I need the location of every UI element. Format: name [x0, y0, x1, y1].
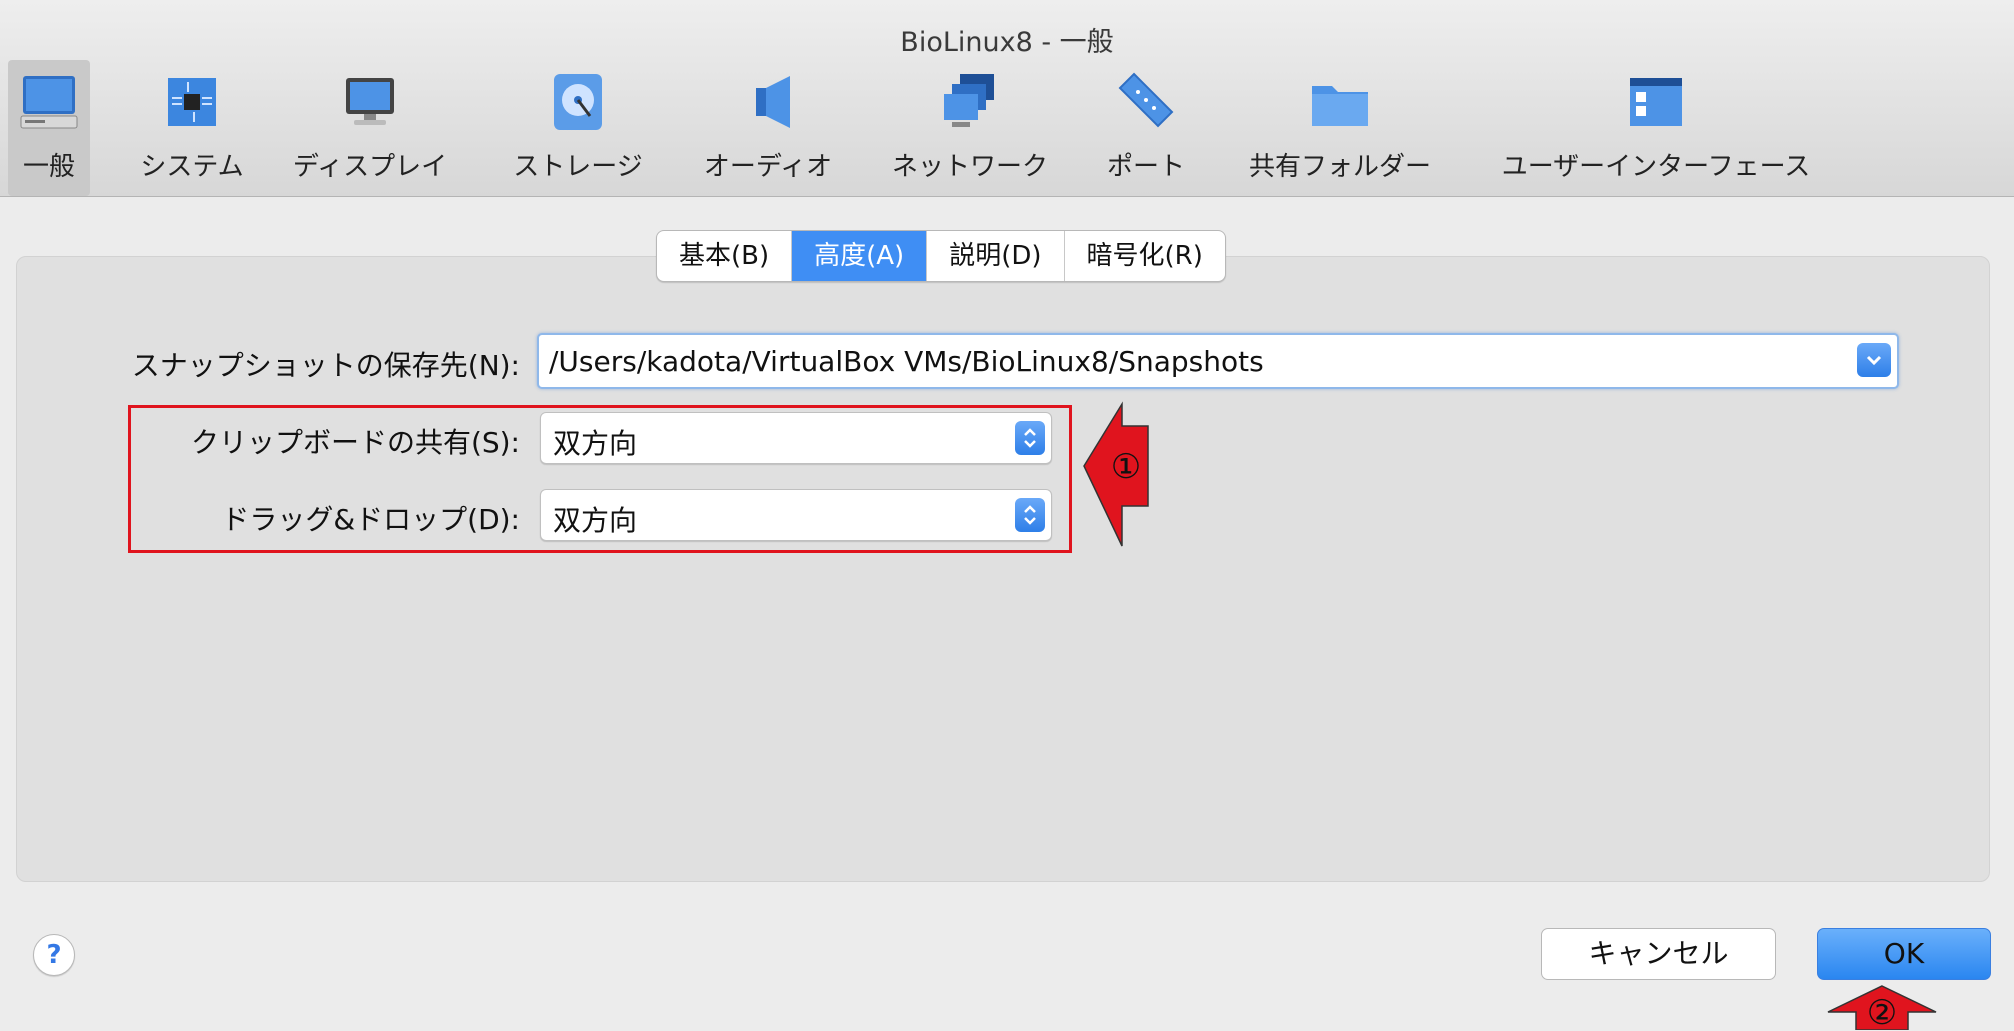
toolbar-item-label: ユーザーインターフェース	[1501, 152, 1811, 182]
toolbar-item-storage[interactable]: ストレージ	[506, 60, 650, 196]
monitor-general-icon	[20, 76, 78, 129]
tab-bar: 基本(B) 高度(A) 説明(D) 暗号化(R)	[656, 230, 1226, 282]
snapshot-folder-label: スナップショットの保存先(N):	[131, 349, 520, 382]
toolbar-item-label: 一般	[22, 152, 75, 182]
window-title: BioLinux8 - 一般	[900, 27, 1114, 58]
toolbar-item-general[interactable]: 一般	[8, 60, 90, 196]
toolbar-item-label: ポート	[1106, 152, 1185, 182]
disk-icon	[554, 74, 602, 130]
annotation-marker-2: ②	[1867, 993, 1897, 1030]
toolbar-item-network[interactable]: ネットワーク	[886, 60, 1054, 196]
folder-icon	[1312, 86, 1368, 126]
ui-window-icon	[1630, 78, 1682, 126]
toolbar-item-label: オーディオ	[703, 152, 833, 182]
annotation-marker-1: ①	[1111, 447, 1141, 487]
chip-icon	[168, 78, 216, 126]
toolbar-item-label: ストレージ	[513, 152, 643, 182]
toolbar-item-label: システム	[140, 152, 244, 182]
toolbar-item-display[interactable]: ディスプレイ	[290, 60, 450, 196]
toolbar-item-audio[interactable]: オーディオ	[700, 60, 836, 196]
tab-basic[interactable]: 基本(B)	[657, 231, 793, 281]
snapshot-folder-path: /Users/kadota/VirtualBox VMs/BioLinux8/S…	[549, 345, 1264, 378]
display-icon	[346, 78, 394, 125]
tab-encryption[interactable]: 暗号化(R)	[1065, 231, 1225, 281]
toolbar-item-label: ネットワーク	[891, 152, 1048, 182]
help-button[interactable]: ?	[33, 934, 75, 976]
snapshot-folder-combo[interactable]: /Users/kadota/VirtualBox VMs/BioLinux8/S…	[537, 333, 1899, 389]
chevron-down-icon	[1866, 355, 1882, 366]
annotation-arrow-left: ①	[1083, 401, 1149, 547]
toolbar-item-label: ディスプレイ	[292, 152, 448, 182]
annotation-arrow-up: ②	[1827, 985, 1937, 1030]
ok-button[interactable]: OK	[1817, 928, 1991, 980]
toolbar-item-label: 共有フォルダー	[1248, 152, 1431, 182]
network-icon	[944, 74, 994, 127]
speaker-icon	[756, 76, 790, 128]
serial-port-icon	[1118, 72, 1174, 128]
toolbar-item-system[interactable]: システム	[130, 60, 254, 196]
dropdown-button[interactable]	[1857, 343, 1891, 377]
tab-description[interactable]: 説明(D)	[927, 231, 1065, 281]
toolbar-item-shared-folders[interactable]: 共有フォルダー	[1236, 60, 1444, 196]
toolbar-item-user-interface[interactable]: ユーザーインターフェース	[1486, 60, 1826, 196]
cancel-button[interactable]: キャンセル	[1541, 928, 1776, 980]
toolbar-item-ports[interactable]: ポート	[1104, 60, 1188, 196]
window-titlebar: BioLinux8 - 一般 一般 システム ディスプレイ ストレージ オーディ…	[0, 0, 2014, 197]
tab-advanced[interactable]: 高度(A)	[792, 231, 928, 281]
annotation-highlight-box	[128, 405, 1072, 553]
